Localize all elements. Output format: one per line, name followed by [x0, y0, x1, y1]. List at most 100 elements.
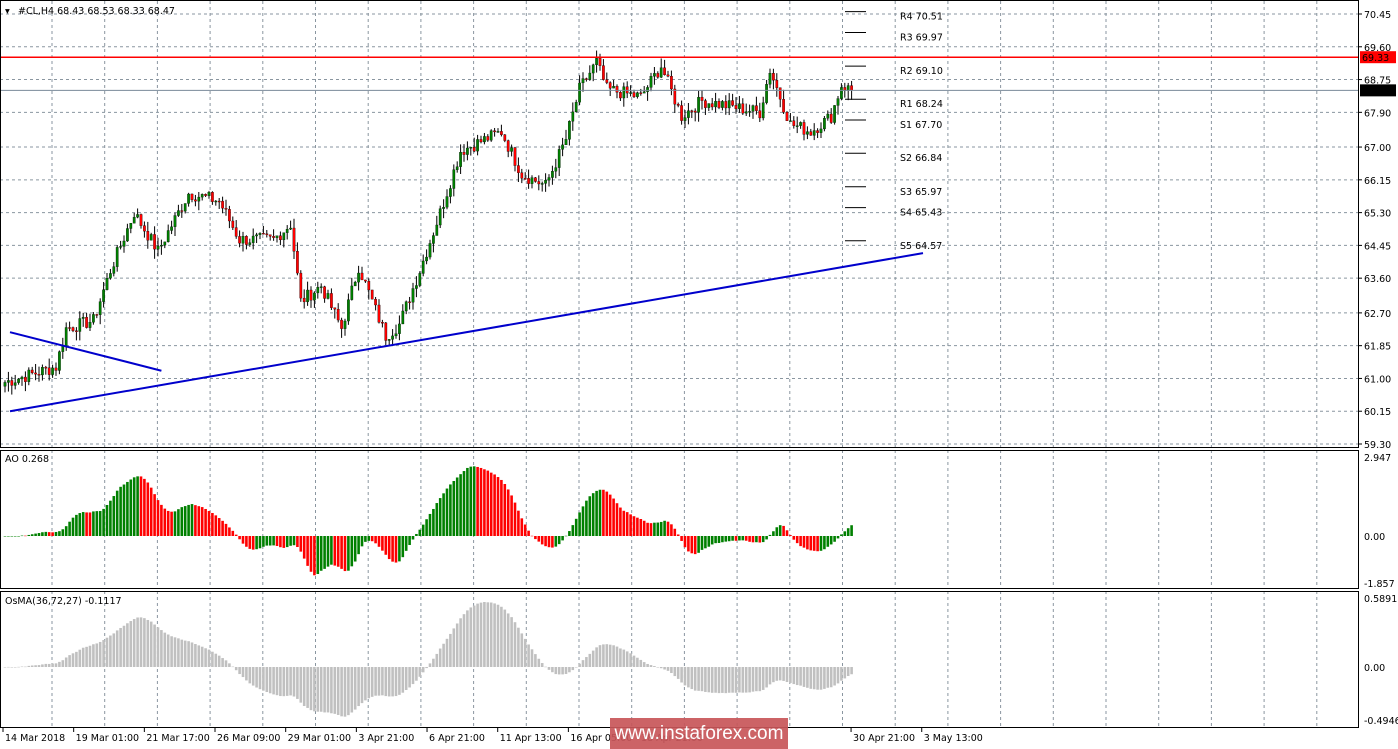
ao-bar	[92, 511, 95, 536]
candle-body	[704, 100, 707, 108]
ao-bar	[411, 536, 415, 540]
osma-bar	[493, 603, 496, 667]
ao-bar	[306, 536, 309, 566]
trendline	[9, 331, 162, 372]
ao-bar	[272, 536, 275, 546]
candle-body	[10, 380, 14, 386]
candle-body	[530, 177, 534, 184]
candle-body	[483, 136, 486, 143]
osma-bar	[183, 640, 187, 667]
candle-body	[98, 301, 102, 315]
osma-bar	[238, 667, 241, 675]
osma-bar	[3, 667, 7, 668]
ao-bar	[136, 476, 139, 536]
candle-body	[415, 285, 418, 289]
osma-tick-label: 0.00	[1364, 663, 1385, 674]
candle-body	[343, 320, 347, 329]
osma-bar	[591, 650, 595, 667]
osma-bar	[326, 667, 330, 713]
ao-bar	[476, 466, 479, 536]
ao-bar	[204, 508, 207, 536]
osma-bar	[704, 667, 707, 692]
ao-bar	[619, 507, 622, 536]
candle-body	[258, 233, 262, 235]
candle-body	[676, 104, 680, 106]
ao-bar	[540, 536, 544, 545]
ao-bar	[166, 510, 170, 536]
ao-bar	[795, 536, 799, 544]
osma-bar	[734, 667, 738, 693]
time-label: 3 Apr 21:00	[358, 733, 414, 744]
candle-body	[537, 181, 541, 185]
osma-bar	[364, 667, 367, 701]
candle-body	[187, 193, 190, 204]
osma-bar	[503, 609, 507, 667]
osma-bar	[37, 665, 41, 667]
candle-body	[207, 192, 211, 196]
ao-bar	[428, 513, 432, 536]
candle-body	[653, 73, 656, 77]
candle-body	[772, 73, 775, 81]
candle-body	[496, 131, 500, 133]
candle-body	[632, 92, 636, 97]
ao-bar	[309, 536, 313, 572]
osma-bar	[129, 621, 133, 667]
osma-bar	[438, 648, 442, 667]
menu-triangle-icon[interactable]: ▾	[5, 6, 10, 17]
candle-body	[160, 244, 163, 247]
pivot-label: S1 67.70	[900, 120, 942, 131]
candle-body	[459, 152, 462, 167]
candle-body	[721, 101, 724, 108]
watermark: www.instaforex.com	[610, 718, 788, 749]
price-tick-label: 61.00	[1364, 374, 1391, 385]
osma-bar	[483, 602, 486, 667]
candle-body	[190, 193, 194, 200]
chart-window[interactable]: R4 70.51 R3 69.97 R2 69.10 R1 68.24 S1 67.70…	[0, 0, 1398, 749]
osma-bar	[88, 645, 92, 667]
ao-bar	[829, 536, 833, 545]
osma-bar	[381, 667, 384, 696]
candle-body	[432, 235, 435, 244]
pivot-label: R4 70.51	[900, 12, 943, 23]
candle-body	[581, 78, 585, 84]
candle-body	[302, 297, 306, 303]
ao-bar	[608, 494, 612, 536]
pivot-label: S4 65.43	[900, 208, 942, 219]
ao-bar	[316, 536, 320, 575]
ao-bar	[799, 536, 802, 547]
osma-bar	[615, 646, 619, 667]
candle-body	[391, 335, 394, 340]
ao-bar	[765, 536, 768, 540]
candle-body	[44, 367, 48, 369]
candle-body	[598, 58, 602, 66]
osma-bar	[731, 667, 734, 693]
ao-bar	[768, 534, 772, 536]
chart-canvas[interactable]: R4 70.51 R3 69.97 R2 69.10 R1 68.24 S1 67.70…	[0, 0, 1398, 749]
osma-bar	[758, 667, 762, 692]
candle-body	[826, 113, 830, 119]
candle-body	[136, 214, 139, 218]
ao-bar	[544, 536, 547, 547]
ao-bar	[432, 508, 435, 536]
candle-body	[319, 286, 323, 288]
candle-body	[445, 196, 449, 208]
ao-bar	[207, 511, 211, 536]
osma-bar	[707, 667, 711, 693]
ao-bar	[34, 533, 37, 536]
osma-bar	[398, 667, 401, 695]
osma-bar	[455, 623, 459, 667]
osma-bar	[81, 647, 85, 667]
ao-bar	[561, 536, 564, 541]
osma-bar	[540, 663, 544, 667]
ao-bar	[370, 536, 374, 542]
candle-body	[95, 314, 99, 316]
ao-bar	[782, 525, 785, 536]
osma-bar	[564, 667, 568, 674]
ao-bar	[418, 529, 422, 536]
candle-body	[228, 209, 231, 222]
ao-bar	[823, 536, 826, 550]
ao-bar	[717, 536, 721, 543]
candle-body	[799, 122, 802, 126]
osma-bar	[228, 663, 231, 667]
ao-bar	[554, 536, 558, 547]
